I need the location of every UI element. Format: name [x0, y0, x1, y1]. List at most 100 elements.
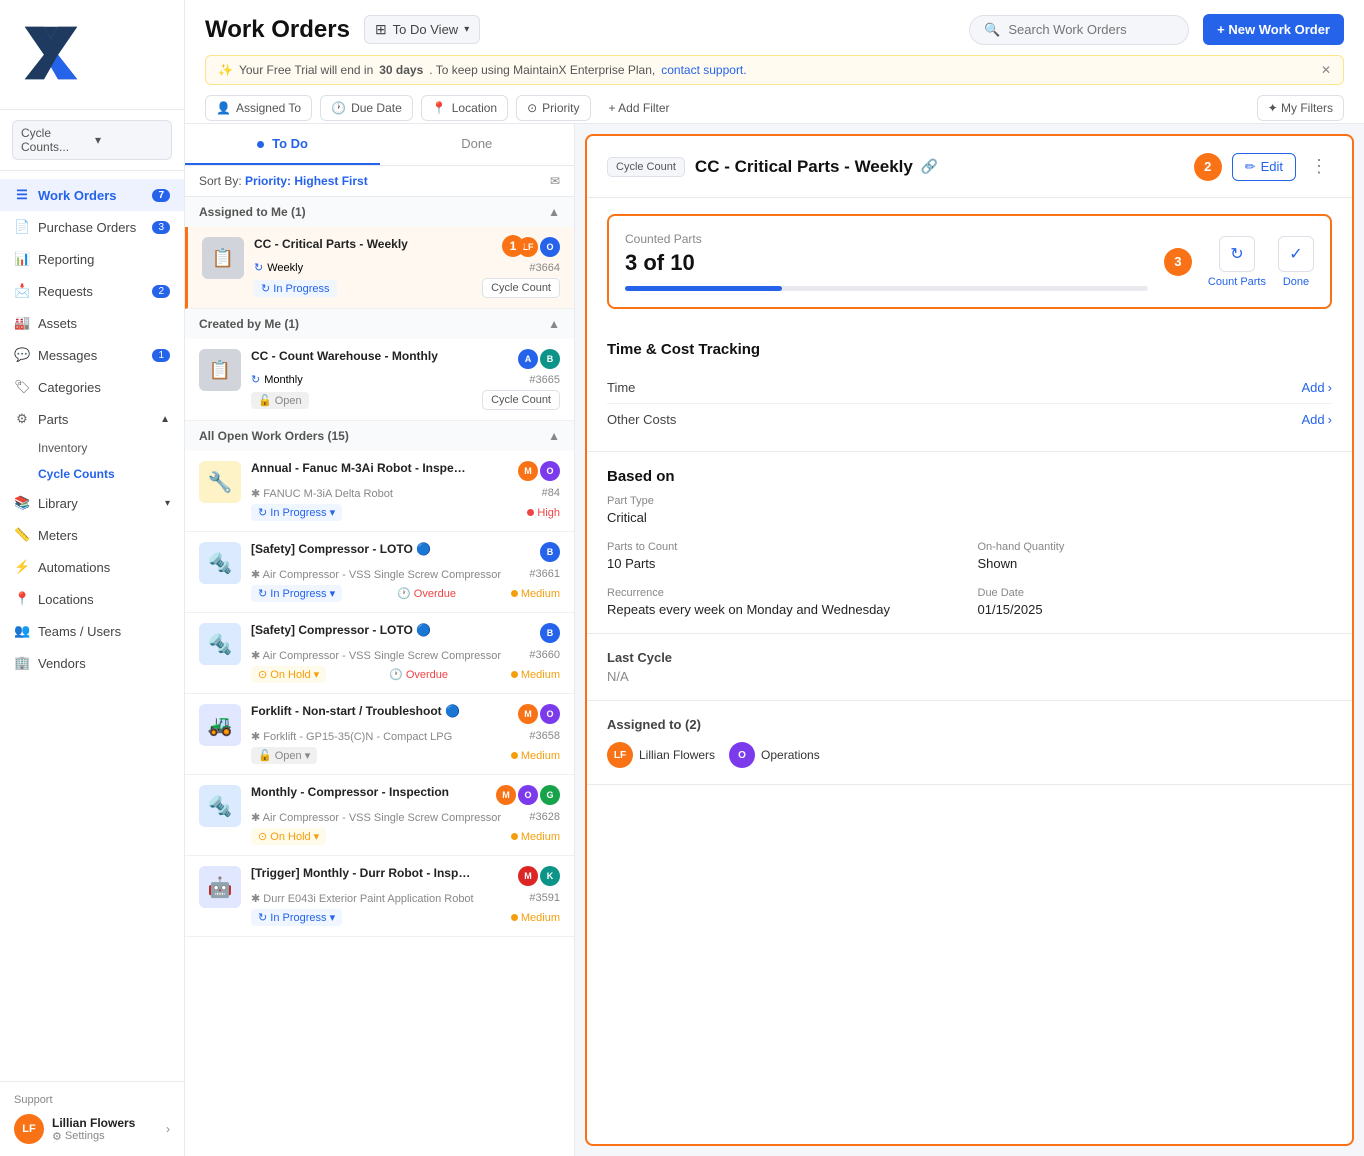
edit-button[interactable]: ✏ Edit — [1232, 153, 1296, 181]
sidebar-item-purchase-orders[interactable]: 📄 Purchase Orders 3 — [0, 211, 184, 243]
user-chevron-icon: › — [166, 1122, 170, 1136]
sidebar-item-inventory[interactable]: Inventory — [38, 435, 184, 461]
add-filter-button[interactable]: + Add Filter — [599, 96, 680, 120]
work-order-item-5[interactable]: 🔩 [Safety] Compressor - LOTO 🔵 B ✱ Air C… — [185, 613, 574, 694]
sidebar-item-meters[interactable]: 📏 Meters — [0, 519, 184, 551]
sidebar-item-vendors[interactable]: 🏢 Vendors — [0, 647, 184, 679]
sidebar-item-locations[interactable]: 📍 Locations — [0, 583, 184, 615]
cycle-count-tag: Cycle Count — [607, 157, 685, 177]
status-badge-8: ↻ In Progress ▾ — [251, 909, 342, 926]
user-settings-link[interactable]: ⚙ Settings — [52, 1130, 158, 1143]
counted-actions: ↻ Count Parts ✓ Done — [1208, 236, 1314, 288]
more-options-button[interactable]: ⋮ — [1306, 152, 1332, 181]
link-icon[interactable]: 🔗 — [921, 158, 938, 175]
search-input[interactable] — [1008, 22, 1174, 37]
sidebar-item-cycle-counts[interactable]: Cycle Counts — [38, 461, 184, 487]
status-badge-1: ↻ In Progress — [254, 280, 337, 297]
count-parts-button[interactable]: ↻ Count Parts — [1208, 236, 1266, 288]
add-time-link[interactable]: Add › — [1302, 380, 1332, 395]
work-order-item-1[interactable]: 📋 CC - Critical Parts - Weekly LF O — [185, 227, 574, 309]
library-expand-icon: ▾ — [165, 498, 170, 509]
recurrence-icon: ↻ — [254, 261, 263, 274]
wo-tabs: To Do Done — [185, 124, 574, 166]
sidebar-item-reporting[interactable]: 📊 Reporting — [0, 243, 184, 275]
chevron-down-icon: ▾ — [464, 24, 469, 35]
search-box[interactable]: 🔍 — [969, 15, 1189, 45]
wo-avatars-2: A B — [518, 349, 560, 369]
teams-users-icon: 👥 — [14, 623, 30, 639]
work-orders-badge: 7 — [152, 189, 170, 202]
other-costs-label: Other Costs — [607, 412, 676, 427]
user-details: Lillian Flowers ⚙ Settings — [52, 1116, 158, 1143]
section-created-by-me[interactable]: Created by Me (1) ▲ — [185, 309, 574, 339]
contact-support-link[interactable]: contact support. — [661, 63, 746, 77]
wo-avatars-4: B — [540, 542, 560, 562]
banner-close-button[interactable]: ✕ — [1321, 63, 1331, 77]
counted-parts-label: Counted Parts — [625, 232, 1148, 246]
wo-title-3: Annual - Fanuc M-3Ai Robot - Inspect... — [251, 461, 471, 475]
done-button[interactable]: ✓ Done — [1278, 236, 1314, 288]
assignee-2: O Operations — [729, 742, 820, 768]
sidebar-item-teams-users[interactable]: 👥 Teams / Users — [0, 615, 184, 647]
collapse-icon: ▲ — [548, 205, 560, 219]
cycle-counts-search[interactable]: Cycle Counts... ▾ — [12, 120, 172, 160]
email-icon[interactable]: ✉ — [550, 174, 560, 188]
new-work-order-button[interactable]: + New Work Order — [1203, 14, 1344, 45]
assigned-to-filter[interactable]: 👤 Assigned To — [205, 95, 312, 121]
wo-info-5: [Safety] Compressor - LOTO 🔵 B ✱ Air Com… — [251, 623, 560, 683]
sidebar-item-parts[interactable]: ⚙ Parts ▲ — [0, 403, 184, 435]
work-order-item-8[interactable]: 🤖 [Trigger] Monthly - Durr Robot - Inspe… — [185, 856, 574, 937]
sidebar-item-categories[interactable]: 🏷 Categories — [0, 371, 184, 403]
wo-avatars-6: M O — [518, 704, 560, 724]
cycle-count-button-1[interactable]: Cycle Count — [482, 278, 560, 298]
status-badge-7: ⊙ On Hold ▾ — [251, 828, 326, 845]
cycle-count-button-2[interactable]: Cycle Count — [482, 390, 560, 410]
view-selector[interactable]: ⊞ To Do View ▾ — [364, 15, 480, 44]
tab-todo[interactable]: To Do — [185, 124, 380, 165]
work-order-item-7[interactable]: 🔩 Monthly - Compressor - Inspection M O … — [185, 775, 574, 856]
section-assigned-to-me[interactable]: Assigned to Me (1) ▲ — [185, 197, 574, 227]
sidebar-item-messages[interactable]: 💬 Messages 1 — [0, 339, 184, 371]
wo-thumbnail-8: 🤖 — [199, 866, 241, 908]
sidebar-item-work-orders[interactable]: ☰ Work Orders 7 — [0, 179, 184, 211]
overdue-badge-5: 🕐 Overdue — [389, 668, 448, 681]
work-order-item-6[interactable]: 🚜 Forklift - Non-start / Troubleshoot 🔵 … — [185, 694, 574, 775]
sort-value[interactable]: Priority: Highest First — [245, 174, 368, 188]
my-filters-button[interactable]: ✦ My Filters — [1257, 95, 1344, 121]
wo-thumbnail-6: 🚜 — [199, 704, 241, 746]
overdue-badge-4: 🕐 Overdue — [397, 587, 456, 600]
wo-info-2: CC - Count Warehouse - Monthly A B ↻ Mon… — [251, 349, 560, 410]
messages-icon: 💬 — [14, 347, 30, 363]
assets-icon: 🏭 — [14, 315, 30, 331]
work-order-item-3[interactable]: 🔧 Annual - Fanuc M-3Ai Robot - Inspect..… — [185, 451, 574, 532]
due-date-filter[interactable]: 🕐 Due Date — [320, 95, 413, 121]
priority-filter[interactable]: ⊙ Priority — [516, 95, 590, 121]
priority-badge-4: Medium — [511, 588, 560, 600]
section-all-open[interactable]: All Open Work Orders (15) ▲ — [185, 421, 574, 451]
work-order-item-4[interactable]: 🔩 [Safety] Compressor - LOTO 🔵 B ✱ Air C… — [185, 532, 574, 613]
sidebar-item-label: Parts — [38, 412, 68, 427]
counted-parts-card: Counted Parts 3 of 10 3 ↻ Count Parts ✓ … — [607, 214, 1332, 309]
automations-icon: ⚡ — [14, 559, 30, 575]
sidebar-item-automations[interactable]: ⚡ Automations — [0, 551, 184, 583]
sidebar-item-library[interactable]: 📚 Library ▾ — [0, 487, 184, 519]
sidebar-logo — [0, 0, 184, 110]
wo-thumbnail-7: 🔩 — [199, 785, 241, 827]
location-icon: 📍 — [432, 101, 447, 115]
sidebar-item-requests[interactable]: 📩 Requests 2 — [0, 275, 184, 307]
wo-sub-3: ✱ FANUC M-3iA Delta Robot — [251, 487, 393, 500]
work-order-item-2[interactable]: 📋 CC - Count Warehouse - Monthly A B — [185, 339, 574, 421]
user-info[interactable]: LF Lillian Flowers ⚙ Settings › — [14, 1114, 170, 1144]
wo-status-1: ↻ Weekly — [254, 261, 303, 274]
tab-done[interactable]: Done — [380, 124, 575, 165]
location-filter[interactable]: 📍 Location — [421, 95, 508, 121]
sidebar-item-label: Purchase Orders — [38, 220, 136, 235]
add-costs-link[interactable]: Add › — [1302, 412, 1332, 427]
assignee-2-name: Operations — [761, 748, 820, 762]
last-cycle-section: Last Cycle N/A — [587, 634, 1352, 701]
due-date-label: Due Date — [978, 587, 1333, 599]
sort-label: Sort By: Priority: Highest First — [199, 174, 368, 188]
wo-number-4: #3661 — [529, 568, 560, 580]
sidebar-item-assets[interactable]: 🏭 Assets — [0, 307, 184, 339]
wo-number-7: #3628 — [529, 811, 560, 823]
